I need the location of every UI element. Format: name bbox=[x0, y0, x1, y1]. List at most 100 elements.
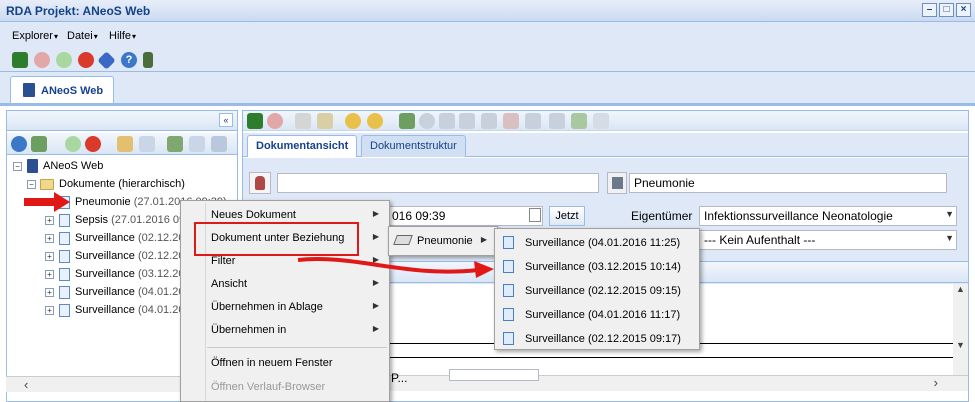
author-field[interactable] bbox=[277, 173, 599, 193]
app-tab-bar: ANeoS Web bbox=[0, 73, 975, 104]
menu-uebernehmen-in[interactable]: Übernehmen in ▶ bbox=[181, 318, 389, 341]
copy-icon[interactable] bbox=[189, 136, 205, 152]
submenu-documents: Surveillance (04.01.2016 11:25) Surveill… bbox=[494, 228, 700, 350]
table-icon[interactable] bbox=[481, 113, 497, 129]
add-node-icon[interactable] bbox=[65, 136, 81, 152]
fullscreen-icon[interactable] bbox=[593, 113, 609, 129]
chevron-right-icon: ▶ bbox=[372, 301, 379, 310]
main-toolbar: ? bbox=[0, 48, 975, 72]
scroll-down-icon[interactable]: ▼ bbox=[956, 340, 965, 350]
upload-icon[interactable] bbox=[399, 113, 415, 129]
menu-oeffnen-verlauf-browser: Öffnen Verlauf-Browser bbox=[211, 381, 326, 393]
maximize-button[interactable]: □ bbox=[939, 3, 954, 17]
document-type-icon[interactable] bbox=[607, 172, 627, 194]
cancel-icon[interactable] bbox=[267, 113, 283, 129]
info-icon[interactable] bbox=[419, 113, 435, 129]
menu-uebernehmen-in-ablage[interactable]: Übernehmen in Ablage ▶ bbox=[181, 295, 389, 318]
document-icon bbox=[59, 232, 70, 245]
table-add-icon[interactable] bbox=[525, 113, 541, 129]
scroll-right-icon[interactable]: › bbox=[934, 375, 938, 390]
stay-select[interactable]: --- Kein Aufenthalt --- ▼ bbox=[699, 230, 957, 250]
menu-surveillance-item[interactable]: Surveillance (02.12.2015 09:15) bbox=[495, 279, 699, 302]
document-icon bbox=[503, 308, 514, 321]
edit-icon[interactable] bbox=[295, 113, 311, 129]
navigate-icon[interactable] bbox=[97, 51, 116, 70]
partial-field[interactable] bbox=[449, 369, 539, 381]
document-toolbar bbox=[243, 111, 968, 131]
menu-bar: Explorer▾ Datei▾ Hilfe▾ bbox=[0, 24, 975, 48]
export-icon[interactable] bbox=[31, 136, 47, 152]
document-icon bbox=[59, 304, 70, 317]
tab-aneos-web[interactable]: ANeoS Web bbox=[10, 76, 114, 104]
exit-icon[interactable] bbox=[143, 52, 153, 68]
book-icon bbox=[23, 83, 35, 97]
scroll-up-icon[interactable]: ▲ bbox=[956, 284, 965, 294]
forward-icon[interactable] bbox=[367, 113, 383, 129]
owner-select[interactable]: Infektionssurveillance Neonatologie ▼ bbox=[699, 206, 957, 226]
new-doc-icon[interactable] bbox=[167, 136, 183, 152]
partial-label: P... bbox=[391, 371, 408, 385]
menu-surveillance-item[interactable]: Surveillance (03.12.2015 10:14) bbox=[495, 255, 699, 278]
search-icon[interactable] bbox=[459, 113, 475, 129]
save-icon[interactable] bbox=[12, 52, 28, 68]
explorer-header: « bbox=[7, 111, 237, 131]
document-icon bbox=[503, 236, 514, 249]
book-icon bbox=[27, 159, 38, 173]
menu-pneumonie[interactable]: Pneumonie ▶ bbox=[389, 229, 497, 252]
document-icon bbox=[59, 250, 70, 263]
table-delete-icon[interactable] bbox=[503, 113, 519, 129]
calendar-icon[interactable] bbox=[529, 208, 541, 222]
relation-icon bbox=[393, 235, 413, 245]
chevron-right-icon: ▶ bbox=[372, 232, 379, 241]
menu-explorer[interactable]: Explorer▾ bbox=[12, 30, 58, 42]
document-icon bbox=[59, 286, 70, 299]
menu-surveillance-item[interactable]: Surveillance (04.01.2016 11:25) bbox=[495, 231, 699, 254]
close-window-button[interactable]: × bbox=[956, 3, 971, 17]
chevron-down-icon: ▼ bbox=[945, 209, 954, 219]
cancel-icon[interactable] bbox=[34, 52, 50, 68]
delete-icon[interactable] bbox=[78, 52, 94, 68]
vertical-scrollbar[interactable]: ▲ ▼ bbox=[953, 284, 968, 379]
title-field[interactable]: Pneumonie bbox=[629, 173, 947, 193]
remove-node-icon[interactable] bbox=[85, 136, 101, 152]
help-icon[interactable]: ? bbox=[121, 52, 137, 68]
add-icon[interactable] bbox=[56, 52, 72, 68]
tree-root[interactable]: − ANeoS Web bbox=[7, 158, 237, 176]
expand-icon[interactable] bbox=[117, 136, 133, 152]
minimize-button[interactable]: – bbox=[922, 3, 937, 17]
chevron-right-icon: ▶ bbox=[480, 235, 487, 244]
grid-icon[interactable] bbox=[549, 113, 565, 129]
save-icon[interactable] bbox=[247, 113, 263, 129]
jetzt-button[interactable]: Jetzt bbox=[549, 206, 585, 226]
menu-datei[interactable]: Datei▾ bbox=[67, 30, 98, 42]
paste-icon[interactable] bbox=[211, 136, 227, 152]
menu-surveillance-item[interactable]: Surveillance (02.12.2015 09:17) bbox=[495, 327, 699, 350]
date-field[interactable]: 016 09:39 bbox=[387, 206, 543, 226]
highlight-box bbox=[194, 222, 359, 256]
window-title-bar: RDA Projekt: ANeoS Web – □ × bbox=[0, 0, 975, 22]
lock-icon[interactable] bbox=[317, 113, 333, 129]
collapse-panel-button[interactable]: « bbox=[219, 113, 233, 127]
tab-dokumentstruktur[interactable]: Dokumentstruktur bbox=[361, 135, 466, 157]
document-icon bbox=[59, 268, 70, 281]
folder-icon bbox=[40, 179, 54, 190]
tab-dokumentansicht[interactable]: Dokumentansicht bbox=[247, 135, 358, 157]
user-icon-button[interactable] bbox=[249, 172, 271, 194]
window-title: RDA Projekt: ANeoS Web bbox=[6, 4, 151, 18]
menu-surveillance-item[interactable]: Surveillance (04.01.2016 11:17) bbox=[495, 303, 699, 326]
document-icon bbox=[503, 260, 514, 273]
chevron-down-icon: ▼ bbox=[945, 233, 954, 243]
refresh-icon[interactable] bbox=[11, 136, 27, 152]
check-icon[interactable] bbox=[571, 113, 587, 129]
scroll-left-icon[interactable]: ‹ bbox=[24, 377, 28, 392]
menu-oeffnen-neues-fenster[interactable]: Öffnen in neuem Fenster bbox=[181, 351, 389, 374]
back-icon[interactable] bbox=[345, 113, 361, 129]
chevron-right-icon: ▶ bbox=[372, 209, 379, 218]
document-tabs: Dokumentansicht Dokumentstruktur bbox=[243, 133, 968, 157]
document-icon bbox=[503, 332, 514, 345]
collapse-icon[interactable] bbox=[139, 136, 155, 152]
submenu-relation: Pneumonie ▶ bbox=[388, 226, 498, 256]
document-icon bbox=[59, 214, 70, 227]
chart-icon[interactable] bbox=[439, 113, 455, 129]
menu-hilfe[interactable]: Hilfe▾ bbox=[109, 30, 136, 42]
